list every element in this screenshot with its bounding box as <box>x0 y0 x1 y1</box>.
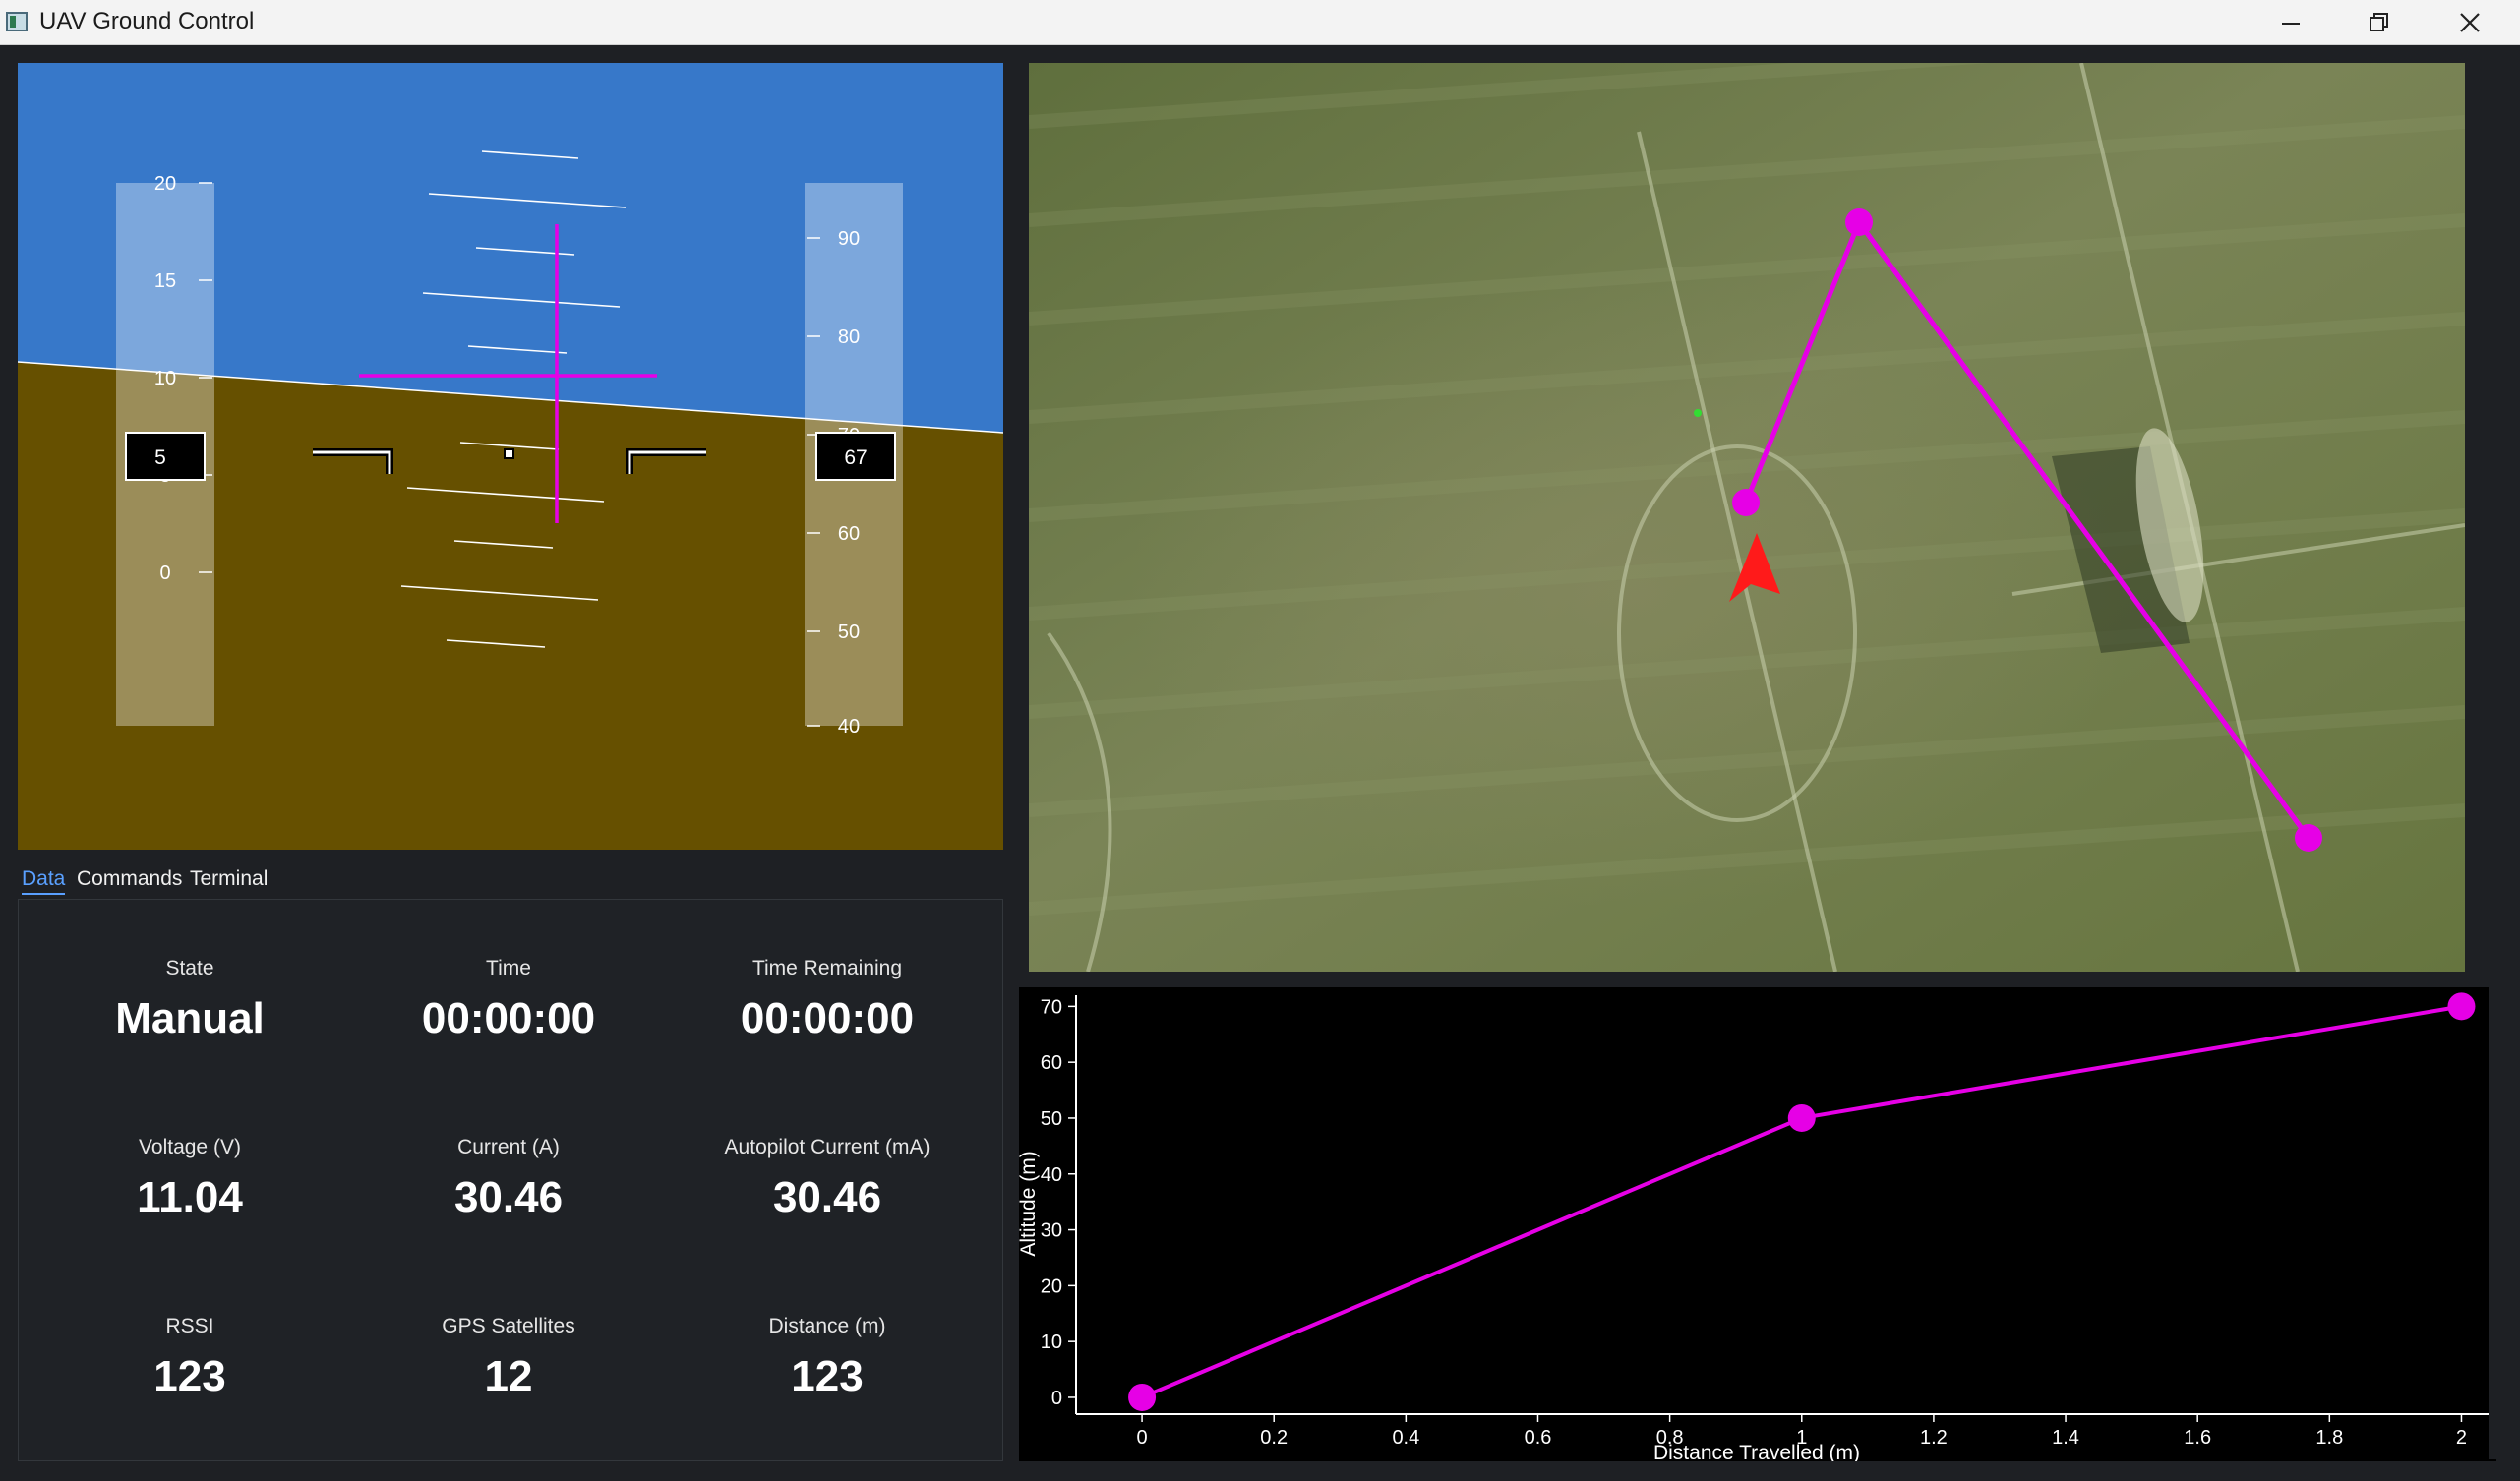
satellite-map[interactable] <box>1029 63 2465 972</box>
y-tick-label: 70 <box>1041 996 1062 1018</box>
data-point <box>2447 992 2476 1021</box>
altitude-tick: 40 <box>838 716 860 738</box>
time-remaining-label: Time Remaining <box>751 957 903 979</box>
x-tick-label: 2 <box>2456 1427 2467 1449</box>
y-tick-label: 30 <box>1041 1220 1062 1242</box>
autopilot-current-label: Autopilot Current (mA) <box>724 1136 930 1158</box>
x-tick-label: 0.4 <box>1392 1427 1419 1449</box>
speed-tick: 0 <box>159 563 170 584</box>
x-tick-label: 1.6 <box>2184 1427 2211 1449</box>
voltage-value: 11.04 <box>137 1173 243 1221</box>
distance-value: 123 <box>791 1352 864 1400</box>
speed-tape: 20 15 10 5 0 5 <box>116 173 214 726</box>
altitude-value: 67 <box>844 446 867 469</box>
rssi-value: 123 <box>153 1352 226 1400</box>
rssi-label: RSSI <box>165 1315 214 1337</box>
y-tick-label: 40 <box>1041 1164 1062 1186</box>
autopilot-current-cell: Autopilot Current (mA) 30.46 <box>668 1136 987 1222</box>
speed-tick: 20 <box>154 173 176 195</box>
time-value: 00:00:00 <box>421 994 596 1042</box>
altitude-tape: 90 80 70 60 50 40 67 <box>805 183 903 738</box>
x-tick-label: 1.2 <box>1920 1427 1948 1449</box>
restore-icon <box>2370 12 2388 31</box>
gps-satellites-label: GPS Satellites <box>442 1315 575 1337</box>
minimize-icon <box>2282 22 2300 25</box>
close-button[interactable] <box>2426 0 2514 44</box>
distance-cell: Distance (m) 123 <box>668 1315 987 1401</box>
chart-svg: 0 0.2 0.4 0.6 0.8 1 1.2 1.4 1.6 1.8 2 010203040506… <box>1017 992 2494 1464</box>
altitude-series-line <box>1141 1004 2462 1399</box>
state-value: Manual <box>115 994 265 1042</box>
time-remaining-value: 00:00:00 <box>740 994 915 1042</box>
x-tick-label: 0 <box>1137 1427 1148 1449</box>
close-icon <box>2460 12 2480 32</box>
altitude-profile-chart: 0 0.2 0.4 0.6 0.8 1 1.2 1.4 1.6 1.8 2 0 10 20 30 40 50 6… <box>1017 987 2496 1464</box>
x-tick-label: 1.4 <box>2052 1427 2079 1449</box>
y-tick-label: 10 <box>1041 1332 1062 1353</box>
altitude-tick: 60 <box>838 523 860 545</box>
window-title: UAV Ground Control <box>39 8 255 34</box>
time-cell: Time 00:00:00 <box>349 957 668 1043</box>
gps-satellites-cell: GPS Satellites 12 <box>349 1315 668 1401</box>
y-tick-label: 0 <box>1051 1388 1062 1409</box>
speed-tick: 15 <box>154 270 176 292</box>
telemetry-panel: State Manual Time 00:00:00 Time Remainin… <box>18 899 1003 1461</box>
y-tick-label: 50 <box>1041 1108 1062 1130</box>
y-tick-label: 60 <box>1041 1052 1062 1074</box>
tab-bar: Data Commands Terminal <box>18 867 1005 899</box>
right-edge <box>2489 63 2500 1459</box>
autopilot-current-value: 30.46 <box>772 1173 882 1221</box>
altitude-tick: 80 <box>838 326 860 348</box>
state-label: State <box>165 957 214 979</box>
time-label: Time <box>486 957 531 979</box>
state-cell: State Manual <box>30 957 349 1043</box>
x-tick-label: 0.2 <box>1260 1427 1288 1449</box>
gps-satellites-value: 12 <box>484 1352 533 1400</box>
rssi-cell: RSSI 123 <box>30 1315 349 1401</box>
y-axis-label: Altitude (m) <box>1019 1151 1040 1256</box>
minimize-button[interactable] <box>2247 0 2335 44</box>
home-marker <box>1694 409 1702 417</box>
data-point <box>1787 1103 1816 1132</box>
waypoint-marker[interactable] <box>1732 489 1760 516</box>
tab-data[interactable]: Data <box>22 867 66 895</box>
waypoint-marker[interactable] <box>1845 208 1873 236</box>
waypoint-marker[interactable] <box>2295 824 2322 852</box>
current-value: 30.46 <box>453 1173 564 1221</box>
tab-terminal[interactable]: Terminal <box>190 867 268 891</box>
speed-value: 5 <box>154 446 166 469</box>
voltage-label: Voltage (V) <box>139 1136 241 1158</box>
attitude-indicator: 20 15 10 5 0 5 90 80 70 <box>18 63 1003 850</box>
altitude-tick: 90 <box>838 228 860 250</box>
current-label: Current (A) <box>457 1136 560 1158</box>
time-remaining-cell: Time Remaining 00:00:00 <box>668 957 987 1043</box>
voltage-cell: Voltage (V) 11.04 <box>30 1136 349 1222</box>
x-axis-label: Distance Travelled (m) <box>1653 1442 1860 1461</box>
altitude-tick: 50 <box>838 622 860 643</box>
current-cell: Current (A) 30.46 <box>349 1136 668 1222</box>
tab-commands[interactable]: Commands <box>77 867 182 891</box>
title-bar: UAV Ground Control <box>0 0 2520 45</box>
restore-button[interactable] <box>2335 0 2424 44</box>
x-tick-label: 0.6 <box>1525 1427 1552 1449</box>
y-tick-label: 20 <box>1041 1275 1062 1297</box>
x-tick-label: 1.8 <box>2315 1427 2343 1449</box>
speed-tick: 10 <box>154 368 176 389</box>
data-point <box>1128 1383 1157 1411</box>
distance-label: Distance (m) <box>768 1315 886 1337</box>
app-icon <box>6 12 28 31</box>
